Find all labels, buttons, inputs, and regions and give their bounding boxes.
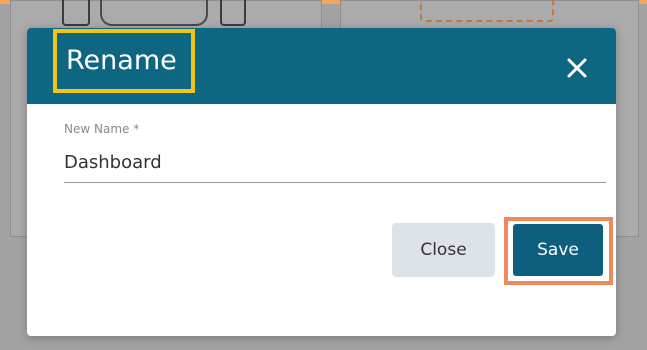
new-name-input[interactable]: [64, 142, 606, 183]
background-chart-icon: [62, 0, 90, 26]
background-network-icon: [100, 0, 208, 26]
save-button[interactable]: Save: [513, 224, 603, 276]
background-layout-icon: [420, 0, 554, 22]
rename-dialog: Rename New Name * Close Save: [27, 28, 616, 336]
new-name-label: New Name *: [64, 122, 140, 136]
dialog-header: Rename: [27, 28, 616, 104]
dialog-title: Rename: [66, 45, 177, 76]
close-icon[interactable]: [564, 55, 590, 81]
close-button[interactable]: Close: [392, 223, 495, 277]
background-pie-icon: [220, 0, 246, 26]
